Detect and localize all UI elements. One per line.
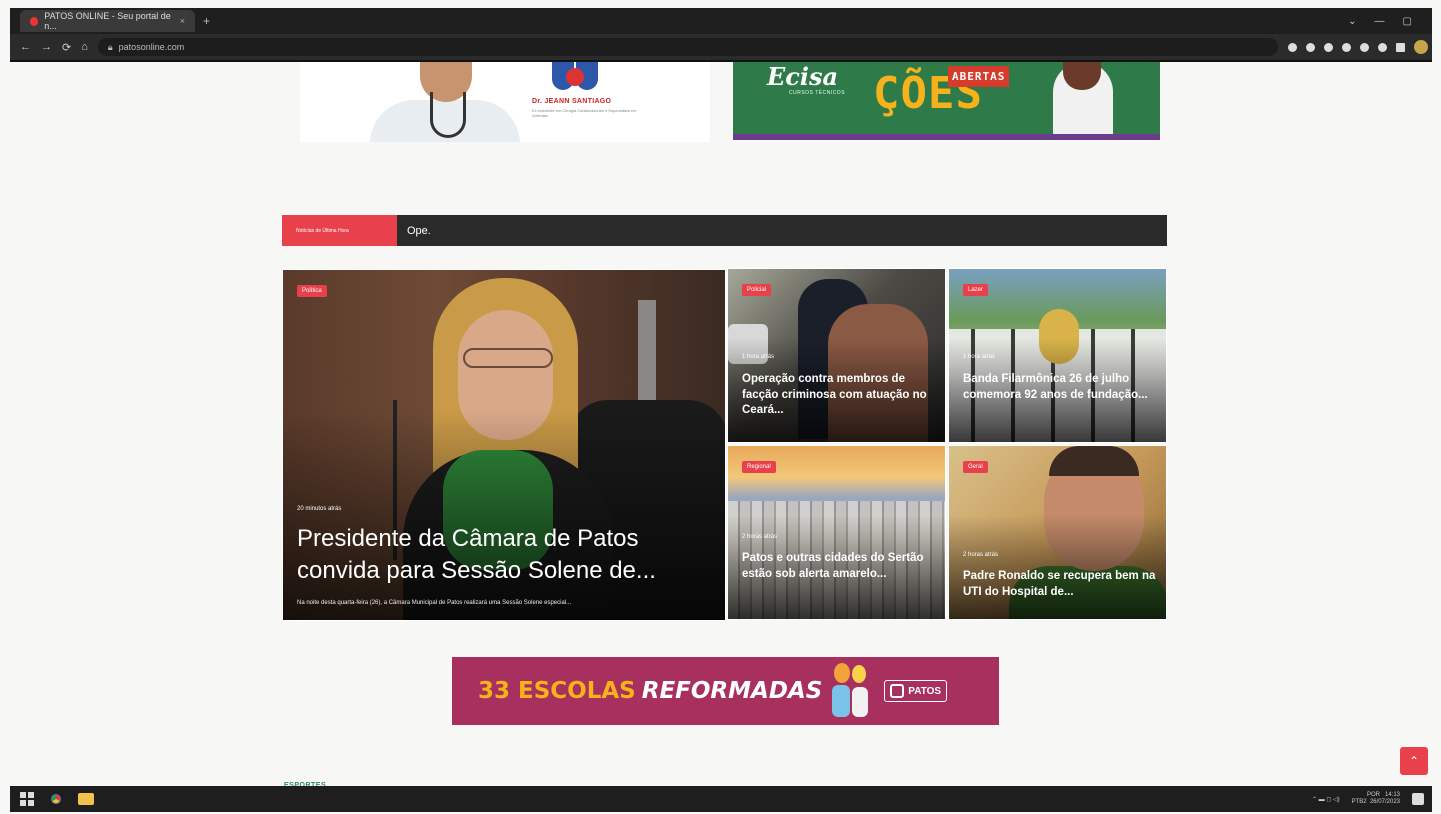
news-title[interactable]: Padre Ronaldo se recupera bem na UTI do … [963,569,1156,600]
system-tray: ⌃ ▬ ◻ ◁) POR 14:13 PTB2 26/07/2023 [1312,792,1432,806]
taskbar: ⌃ ▬ ◻ ◁) POR 14:13 PTB2 26/07/2023 [10,786,1432,812]
news-card[interactable]: Policial 1 hora atrás Operação contra me… [727,268,946,443]
clock-date: 26/07/2023 [1369,799,1400,805]
news-title[interactable]: Presidente da Câmara de Patos convida pa… [297,523,715,588]
news-title[interactable]: Banda Filarmônica 26 de julho comemora 9… [963,372,1156,403]
maximize-icon[interactable]: ▢ [1403,16,1412,27]
browser-chrome: PATOS ONLINE - Seu portal de n... × + ⌄ … [10,8,1432,62]
extension-icon[interactable] [1359,42,1369,52]
sidebar-icon[interactable] [1395,42,1405,52]
file-explorer-icon[interactable] [78,793,94,805]
tray-icons[interactable]: ⌃ ▬ ◻ ◁) [1312,796,1340,803]
category-badge[interactable]: Lazer [963,284,989,296]
share-icon[interactable] [1287,42,1297,52]
extension-icon[interactable] [1323,42,1333,52]
schools-ad-banner[interactable]: 33 ESCOLAS REFORMADAS PATOS [452,657,999,725]
lock-icon: 🔒︎ [107,41,113,52]
news-title[interactable]: Patos e outras cidades do Sertão estão s… [742,551,935,582]
favicon-icon [30,16,39,26]
ad-number: 33 ESCOLAS [478,678,636,704]
notification-icon[interactable] [1412,793,1424,805]
news-time: 2 horas atrás [963,552,999,558]
doctor-ad-banner[interactable]: Dr. JEANN SANTIAGO Ex-residente em Cirur… [300,62,710,142]
news-time: 2 horas atrás [742,534,778,540]
breaking-news-ticker: Notícias de Última Hora Ope. [282,215,1167,246]
doctor-subtitle: Ex-residente em Cirurgia Cardiovascular … [532,108,637,118]
news-time: 1 hora atrás [742,354,775,360]
ticker-label: Notícias de Última Hora [282,215,397,246]
extension-icon[interactable] [1341,42,1351,52]
url-text: patosonline.com [118,42,185,52]
news-title[interactable]: Operação contra membros de facção crimin… [742,372,935,419]
ecisa-tag: ABERTAS [948,66,1010,87]
kids-balloons-icon [828,663,878,719]
news-card-featured[interactable]: Política 20 minutos atrás Presidente da … [282,269,726,621]
address-bar[interactable]: 🔒︎ patosonline.com [97,38,1278,56]
patos-logo-text: PATOS [908,685,942,697]
news-card[interactable]: Lazer 1 hora atrás Banda Filarmônica 26 … [948,268,1167,443]
heart-logo-icon [552,62,598,92]
news-time: 1 hora atrás [963,354,996,360]
extensions-toolbar [1287,40,1428,54]
back-icon[interactable]: ← [20,41,31,53]
ecisa-ad-banner[interactable]: Ecisa CURSOS TÉCNICOS ÇÕES ABERTAS [733,62,1160,140]
ad-word: REFORMADAS [641,678,823,704]
language-indicator: POR [1366,791,1380,798]
clock-time: 14:13 [1384,791,1400,798]
chrome-taskbar-icon[interactable] [48,791,64,807]
doctor-photo [370,62,520,142]
news-time: 20 minutos atrás [297,506,342,512]
chevron-down-icon[interactable]: ⌄ [1348,16,1356,27]
home-icon[interactable]: ⌂ [81,41,88,53]
scroll-to-top-button[interactable]: ⌃ [1400,747,1428,775]
address-bar-row: ← → ⟳ ⌂ 🔒︎ patosonline.com [10,34,1432,60]
minimize-icon[interactable]: — [1375,16,1385,27]
ecisa-subtitle: CURSOS TÉCNICOS [789,90,846,96]
window-controls: ⌄ — ▢ [1348,16,1432,27]
doctor-name: Dr. JEANN SANTIAGO [532,98,612,105]
tray-clock[interactable]: POR 14:13 PTB2 26/07/2023 [1352,792,1400,806]
puzzle-icon[interactable] [1377,42,1387,52]
reload-icon[interactable]: ⟳ [62,41,71,54]
category-badge[interactable]: Política [297,285,327,297]
tab-title: PATOS ONLINE - Seu portal de n... [44,11,171,31]
new-tab-button[interactable]: + [203,14,210,28]
keyboard-layout: PTB2 [1351,799,1367,805]
patos-logo: PATOS [884,680,948,702]
forward-icon[interactable]: → [41,41,52,53]
category-badge[interactable]: Policial [742,284,772,296]
profile-avatar[interactable] [1413,40,1428,54]
news-card[interactable]: Regional 2 horas atrás Patos e outras ci… [727,445,946,620]
windows-start-icon[interactable] [20,792,34,806]
tab-bar: PATOS ONLINE - Seu portal de n... × + ⌄ … [10,8,1432,34]
news-card[interactable]: Geral 2 horas atrás Padre Ronaldo se rec… [948,445,1167,620]
ecisa-logo: Ecisa [767,62,839,91]
category-badge[interactable]: Geral [963,461,988,473]
news-description: Na noite desta quarta-feira (26), a Câma… [297,600,572,606]
browser-tab[interactable]: PATOS ONLINE - Seu portal de n... × [20,10,195,32]
city-hall-icon [890,684,905,698]
ticker-text[interactable]: Ope. [397,225,431,237]
tab-close-icon[interactable]: × [180,16,185,26]
category-badge[interactable]: Regional [742,461,776,473]
bookmark-star-icon[interactable] [1305,42,1315,52]
